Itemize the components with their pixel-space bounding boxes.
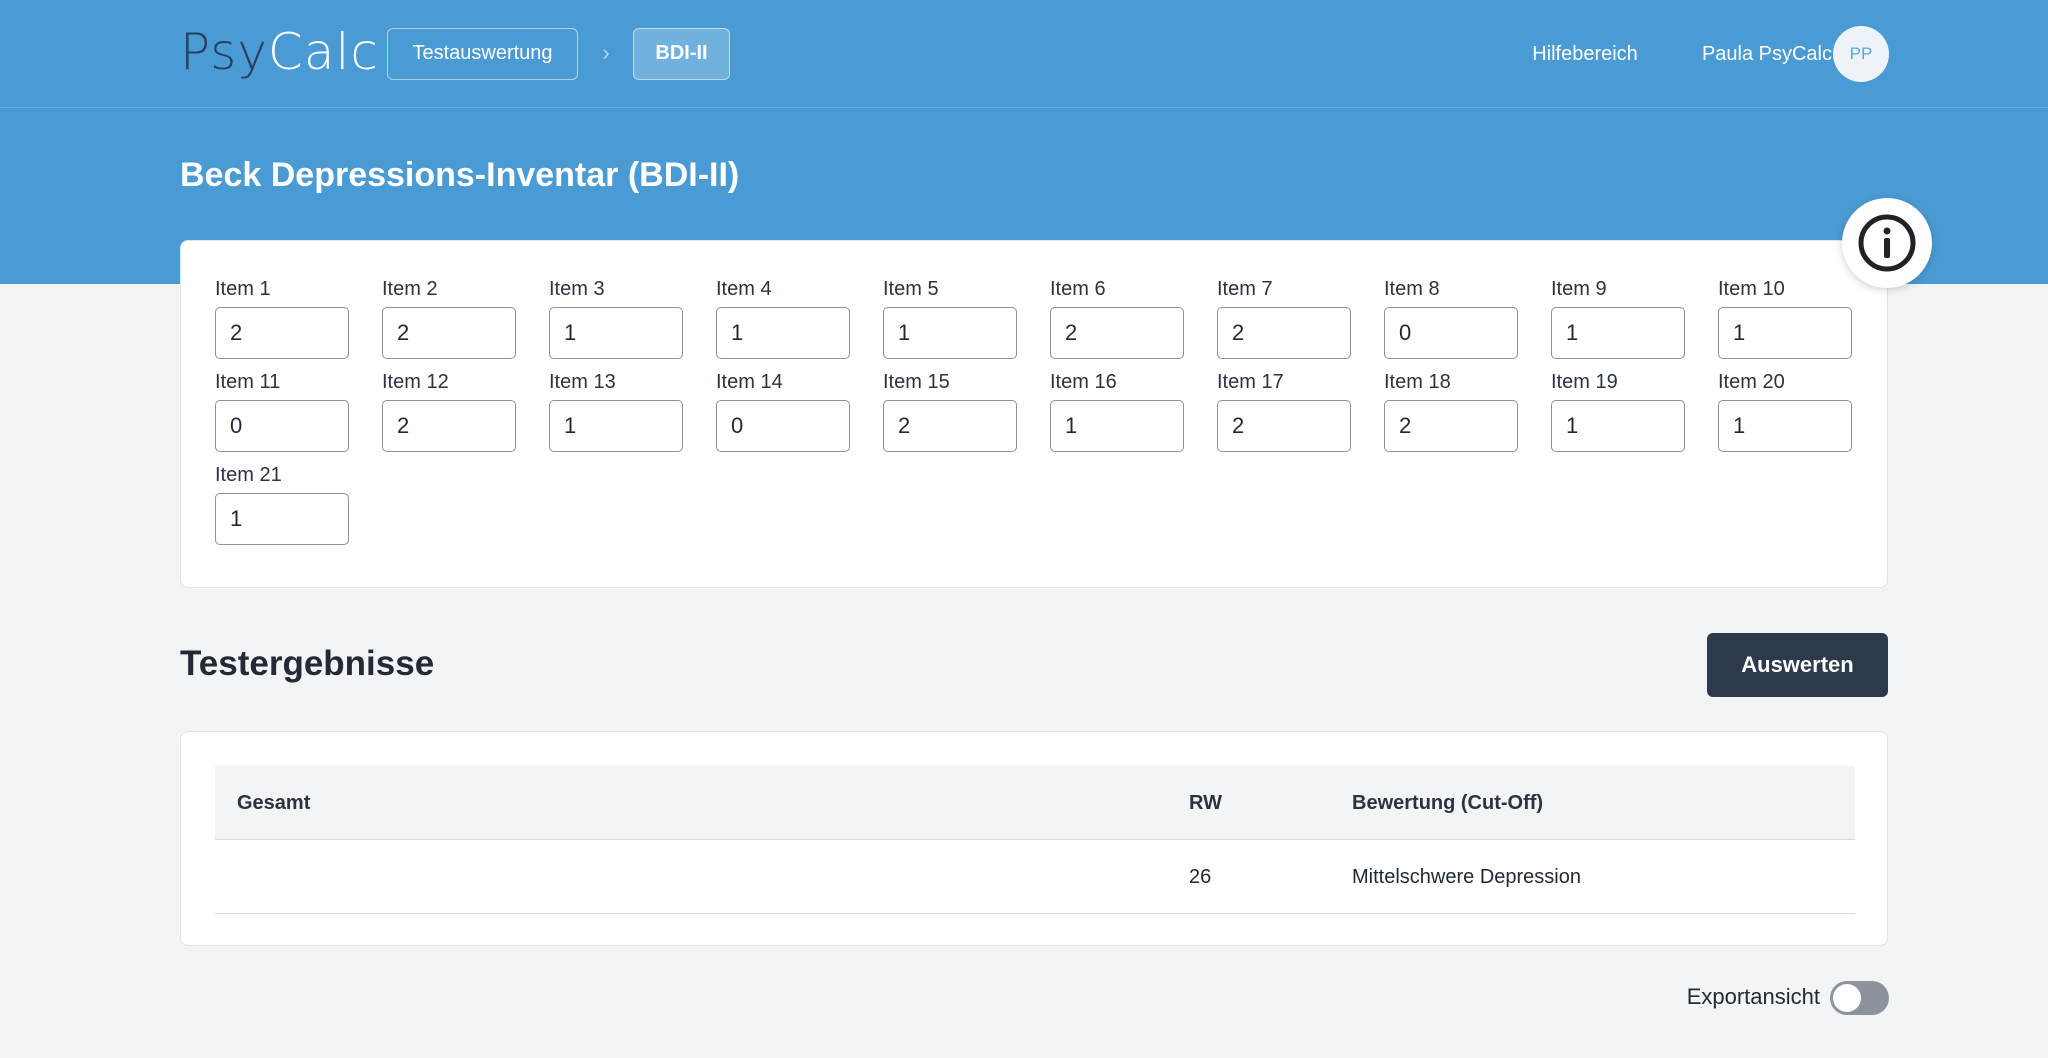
item-input[interactable] <box>1551 400 1685 452</box>
item-input[interactable] <box>215 493 349 545</box>
evaluate-button[interactable]: Auswerten <box>1707 633 1888 697</box>
item-input[interactable] <box>382 307 516 359</box>
row-rw-value: 26 <box>1189 866 1212 888</box>
item-label: Item 20 <box>1718 371 1785 393</box>
item-field: Item 14 <box>716 370 852 454</box>
column-header-rw: RW <box>1189 792 1222 814</box>
item-label: Item 4 <box>716 278 772 300</box>
item-field: Item 16 <box>1050 370 1186 454</box>
item-input[interactable] <box>549 307 683 359</box>
item-input[interactable] <box>716 400 850 452</box>
item-input[interactable] <box>883 307 1017 359</box>
item-label: Item 2 <box>382 278 438 300</box>
item-label: Item 15 <box>883 371 950 393</box>
item-input[interactable] <box>883 400 1017 452</box>
avatar[interactable]: PP <box>1833 26 1889 82</box>
item-label: Item 9 <box>1551 278 1607 300</box>
item-label: Item 7 <box>1217 278 1273 300</box>
item-label: Item 18 <box>1384 371 1451 393</box>
item-label: Item 6 <box>1050 278 1106 300</box>
item-field: Item 6 <box>1050 277 1186 361</box>
page-title: Beck Depressions-Inventar (BDI-II) <box>180 156 740 194</box>
top-navigation-bar: PsyCalc Testauswertung › BDI-II Hilfeber… <box>0 0 2048 108</box>
item-label: Item 17 <box>1217 371 1284 393</box>
item-field: Item 7 <box>1217 277 1353 361</box>
table-row: 26 Mittelschwere Depression <box>215 840 1855 914</box>
column-header-gesamt: Gesamt <box>237 792 311 814</box>
item-label: Item 12 <box>382 371 449 393</box>
item-field: Item 8 <box>1384 277 1520 361</box>
item-label: Item 8 <box>1384 278 1440 300</box>
item-label: Item 11 <box>215 371 281 393</box>
item-field: Item 2 <box>382 277 518 361</box>
export-view-label: Exportansicht <box>1686 984 1820 1009</box>
item-input[interactable] <box>1718 307 1852 359</box>
breadcrumb-testauswertung[interactable]: Testauswertung <box>387 28 578 80</box>
item-field: Item 12 <box>382 370 518 454</box>
item-label: Item 14 <box>716 371 783 393</box>
item-field: Item 20 <box>1718 370 1854 454</box>
item-input[interactable] <box>1217 400 1351 452</box>
results-card: Gesamt RW Bewertung (Cut-Off) 26 Mittels… <box>180 731 1888 946</box>
item-label: Item 10 <box>1718 278 1785 300</box>
item-input[interactable] <box>1384 307 1518 359</box>
item-label: Item 19 <box>1551 371 1618 393</box>
item-label: Item 16 <box>1050 371 1117 393</box>
item-field: Item 9 <box>1551 277 1687 361</box>
item-input[interactable] <box>716 307 850 359</box>
row-rating: Mittelschwere Depression <box>1352 866 1581 888</box>
column-header-bewertung: Bewertung (Cut-Off) <box>1352 792 1544 814</box>
item-field: Item 17 <box>1217 370 1353 454</box>
item-input[interactable] <box>1217 307 1351 359</box>
item-input[interactable] <box>1551 307 1685 359</box>
item-input[interactable] <box>549 400 683 452</box>
chevron-right-icon: › <box>602 40 610 65</box>
toggle-knob <box>1833 984 1861 1012</box>
item-input[interactable] <box>215 307 349 359</box>
item-input[interactable] <box>382 400 516 452</box>
item-field: Item 11 <box>215 370 351 454</box>
info-button[interactable] <box>1842 198 1932 288</box>
item-field: Item 21 <box>215 463 351 547</box>
item-field: Item 5 <box>883 277 1019 361</box>
item-input[interactable] <box>1718 400 1852 452</box>
user-name[interactable]: Paula PsyCalc <box>1682 36 1832 72</box>
item-field: Item 10 <box>1718 277 1854 361</box>
info-icon <box>1858 214 1916 272</box>
breadcrumb-bdi-ii[interactable]: BDI-II <box>633 28 730 80</box>
item-label: Item 5 <box>883 278 939 300</box>
psycalc-logo[interactable]: PsyCalc <box>180 20 379 84</box>
item-label: Item 13 <box>549 371 616 393</box>
items-card: Item 1 Item 2 Item 3 Item 4 Item 5 Item 6 Item… <box>180 240 1888 588</box>
item-field: Item 15 <box>883 370 1019 454</box>
item-label: Item 21 <box>215 464 282 486</box>
item-field: Item 4 <box>716 277 852 361</box>
item-field: Item 1 <box>215 277 351 361</box>
item-field: Item 19 <box>1551 370 1687 454</box>
results-title: Testergebnisse <box>180 644 435 683</box>
results-table-header: Gesamt RW Bewertung (Cut-Off) <box>215 766 1855 840</box>
item-input[interactable] <box>215 400 349 452</box>
item-label: Item 1 <box>215 278 271 300</box>
item-field: Item 13 <box>549 370 685 454</box>
export-view-toggle[interactable] <box>1830 981 1889 1015</box>
help-link[interactable]: Hilfebereich <box>1505 36 1665 72</box>
item-field: Item 3 <box>549 277 685 361</box>
item-label: Item 3 <box>549 278 605 300</box>
item-input[interactable] <box>1384 400 1518 452</box>
item-input[interactable] <box>1050 400 1184 452</box>
item-input[interactable] <box>1050 307 1184 359</box>
item-field: Item 18 <box>1384 370 1520 454</box>
